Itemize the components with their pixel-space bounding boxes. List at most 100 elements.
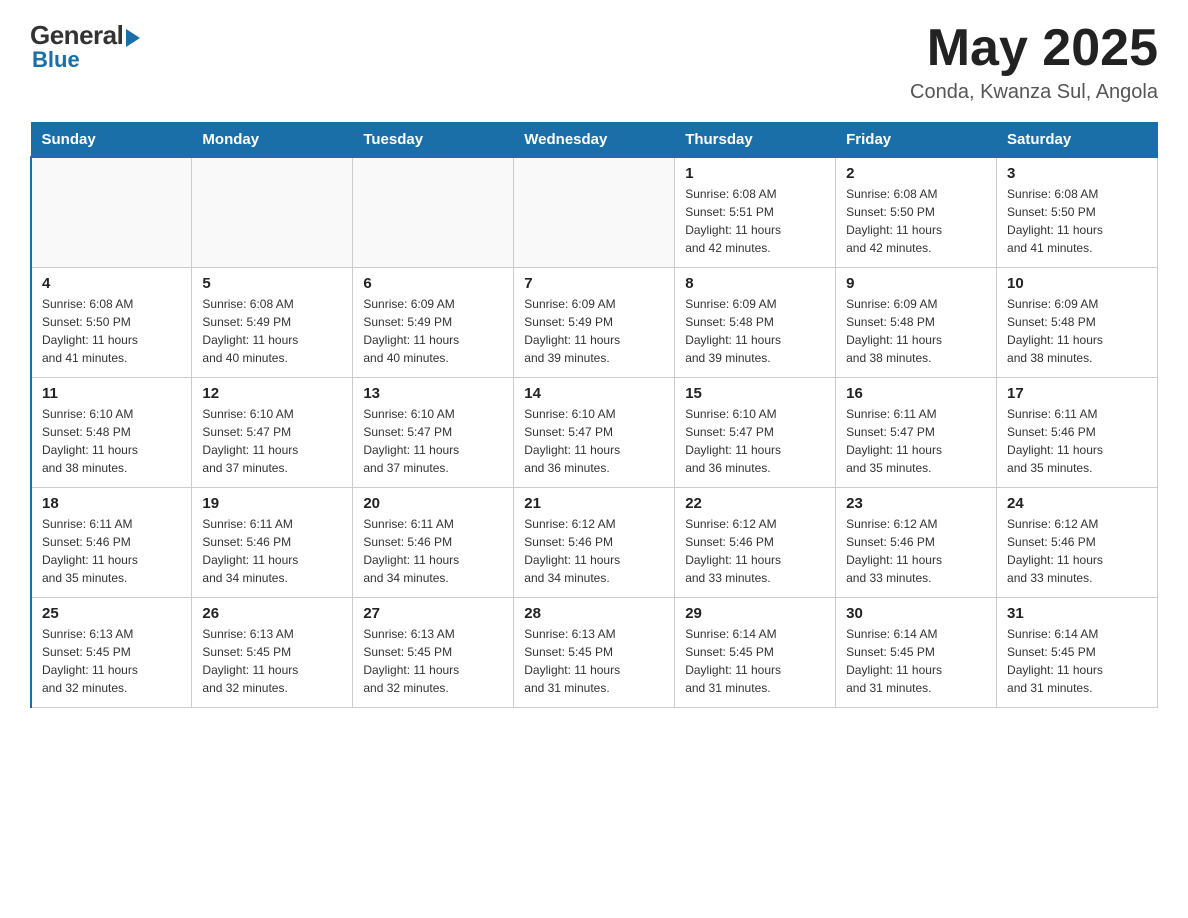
- header-tuesday: Tuesday: [353, 123, 514, 158]
- calendar-cell: 31 Sunrise: 6:14 AMSunset: 5:45 PMDayligh…: [997, 597, 1158, 707]
- day-info: Sunrise: 6:14 AMSunset: 5:45 PMDaylight:…: [846, 625, 986, 697]
- day-number: 15: [685, 385, 825, 402]
- calendar-cell: 15 Sunrise: 6:10 AMSunset: 5:47 PMDayligh…: [675, 377, 836, 487]
- calendar-cell: 24Sunrise: 6:12 AMSunset: 5:46 PMDayligh…: [997, 487, 1158, 597]
- calendar-cell: 22 Sunrise: 6:12 AMSunset: 5:46 PMDayligh…: [675, 487, 836, 597]
- calendar-cell: 30 Sunrise: 6:14 AMSunset: 5:45 PMDayligh…: [836, 597, 997, 707]
- day-info: Sunrise: 6:12 AMSunset: 5:46 PMDaylight:…: [846, 515, 986, 587]
- title-block: May 2025 Conda, Kwanza Sul, Angola: [910, 20, 1158, 104]
- calendar-cell: 28Sunrise: 6:13 AMSunset: 5:45 PMDayligh…: [514, 597, 675, 707]
- calendar-cell: 6Sunrise: 6:09 AMSunset: 5:49 PMDaylight…: [353, 267, 514, 377]
- header-friday: Friday: [836, 123, 997, 158]
- calendar-week-2: 4Sunrise: 6:08 AMSunset: 5:50 PMDaylight…: [31, 267, 1158, 377]
- day-info: Sunrise: 6:09 AMSunset: 5:48 PMDaylight:…: [1007, 295, 1147, 367]
- calendar-cell: 10 Sunrise: 6:09 AMSunset: 5:48 PMDayligh…: [997, 267, 1158, 377]
- logo-blue-text: Blue: [32, 47, 80, 73]
- page-header: General Blue May 2025 Conda, Kwanza Sul,…: [30, 20, 1158, 104]
- day-info: Sunrise: 6:12 AMSunset: 5:46 PMDaylight:…: [685, 515, 825, 587]
- location-subtitle: Conda, Kwanza Sul, Angola: [910, 81, 1158, 104]
- day-number: 10: [1007, 275, 1147, 292]
- calendar-cell: 3 Sunrise: 6:08 AMSunset: 5:50 PMDaylight…: [997, 157, 1158, 267]
- day-info: Sunrise: 6:10 AMSunset: 5:47 PMDaylight:…: [685, 405, 825, 477]
- day-info: Sunrise: 6:14 AMSunset: 5:45 PMDaylight:…: [1007, 625, 1147, 697]
- day-number: 1: [685, 165, 825, 182]
- calendar-header-row: SundayMondayTuesdayWednesdayThursdayFrid…: [31, 123, 1158, 158]
- day-number: 18: [42, 495, 181, 512]
- day-number: 16: [846, 385, 986, 402]
- month-year-title: May 2025: [910, 20, 1158, 77]
- day-number: 2: [846, 165, 986, 182]
- calendar-cell: 27 Sunrise: 6:13 AMSunset: 5:45 PMDayligh…: [353, 597, 514, 707]
- calendar-cell: [353, 157, 514, 267]
- day-info: Sunrise: 6:08 AMSunset: 5:50 PMDaylight:…: [42, 295, 181, 367]
- calendar-cell: 14 Sunrise: 6:10 AMSunset: 5:47 PMDayligh…: [514, 377, 675, 487]
- day-number: 20: [363, 495, 503, 512]
- day-info: Sunrise: 6:10 AMSunset: 5:47 PMDaylight:…: [202, 405, 342, 477]
- header-thursday: Thursday: [675, 123, 836, 158]
- logo-triangle-icon: [126, 29, 140, 47]
- day-info: Sunrise: 6:13 AMSunset: 5:45 PMDaylight:…: [202, 625, 342, 697]
- day-number: 19: [202, 495, 342, 512]
- calendar-cell: 4Sunrise: 6:08 AMSunset: 5:50 PMDaylight…: [31, 267, 192, 377]
- header-monday: Monday: [192, 123, 353, 158]
- calendar-week-3: 11 Sunrise: 6:10 AMSunset: 5:48 PMDayligh…: [31, 377, 1158, 487]
- calendar-week-1: 1 Sunrise: 6:08 AMSunset: 5:51 PMDaylight…: [31, 157, 1158, 267]
- day-number: 5: [202, 275, 342, 292]
- calendar-cell: 8Sunrise: 6:09 AMSunset: 5:48 PMDaylight…: [675, 267, 836, 377]
- day-number: 12: [202, 385, 342, 402]
- header-sunday: Sunday: [31, 123, 192, 158]
- day-number: 24: [1007, 495, 1147, 512]
- day-info: Sunrise: 6:10 AMSunset: 5:47 PMDaylight:…: [363, 405, 503, 477]
- day-number: 3: [1007, 165, 1147, 182]
- day-number: 13: [363, 385, 503, 402]
- day-number: 11: [42, 385, 181, 402]
- logo: General Blue: [30, 20, 140, 73]
- day-info: Sunrise: 6:13 AMSunset: 5:45 PMDaylight:…: [524, 625, 664, 697]
- day-number: 23: [846, 495, 986, 512]
- calendar-cell: 21Sunrise: 6:12 AMSunset: 5:46 PMDayligh…: [514, 487, 675, 597]
- calendar-cell: 1 Sunrise: 6:08 AMSunset: 5:51 PMDaylight…: [675, 157, 836, 267]
- day-number: 26: [202, 605, 342, 622]
- header-wednesday: Wednesday: [514, 123, 675, 158]
- calendar-cell: 2 Sunrise: 6:08 AMSunset: 5:50 PMDaylight…: [836, 157, 997, 267]
- day-info: Sunrise: 6:11 AMSunset: 5:46 PMDaylight:…: [202, 515, 342, 587]
- calendar-cell: 19 Sunrise: 6:11 AMSunset: 5:46 PMDayligh…: [192, 487, 353, 597]
- day-info: Sunrise: 6:13 AMSunset: 5:45 PMDaylight:…: [363, 625, 503, 697]
- calendar-cell: 11 Sunrise: 6:10 AMSunset: 5:48 PMDayligh…: [31, 377, 192, 487]
- day-number: 29: [685, 605, 825, 622]
- day-info: Sunrise: 6:08 AMSunset: 5:50 PMDaylight:…: [1007, 185, 1147, 257]
- day-number: 31: [1007, 605, 1147, 622]
- day-number: 22: [685, 495, 825, 512]
- day-info: Sunrise: 6:11 AMSunset: 5:46 PMDaylight:…: [42, 515, 181, 587]
- calendar-cell: 12 Sunrise: 6:10 AMSunset: 5:47 PMDayligh…: [192, 377, 353, 487]
- header-saturday: Saturday: [997, 123, 1158, 158]
- day-number: 30: [846, 605, 986, 622]
- day-info: Sunrise: 6:11 AMSunset: 5:47 PMDaylight:…: [846, 405, 986, 477]
- calendar-cell: [192, 157, 353, 267]
- day-number: 27: [363, 605, 503, 622]
- day-number: 21: [524, 495, 664, 512]
- calendar-cell: [514, 157, 675, 267]
- day-info: Sunrise: 6:08 AMSunset: 5:49 PMDaylight:…: [202, 295, 342, 367]
- calendar-cell: 16 Sunrise: 6:11 AMSunset: 5:47 PMDayligh…: [836, 377, 997, 487]
- calendar-cell: [31, 157, 192, 267]
- day-number: 25: [42, 605, 181, 622]
- day-info: Sunrise: 6:10 AMSunset: 5:48 PMDaylight:…: [42, 405, 181, 477]
- calendar-cell: 5 Sunrise: 6:08 AMSunset: 5:49 PMDaylight…: [192, 267, 353, 377]
- calendar-cell: 7Sunrise: 6:09 AMSunset: 5:49 PMDaylight…: [514, 267, 675, 377]
- day-info: Sunrise: 6:08 AMSunset: 5:51 PMDaylight:…: [685, 185, 825, 257]
- calendar-cell: 23 Sunrise: 6:12 AMSunset: 5:46 PMDayligh…: [836, 487, 997, 597]
- day-info: Sunrise: 6:09 AMSunset: 5:48 PMDaylight:…: [846, 295, 986, 367]
- calendar-cell: 17Sunrise: 6:11 AMSunset: 5:46 PMDayligh…: [997, 377, 1158, 487]
- calendar-cell: 18 Sunrise: 6:11 AMSunset: 5:46 PMDayligh…: [31, 487, 192, 597]
- calendar-cell: 25Sunrise: 6:13 AMSunset: 5:45 PMDayligh…: [31, 597, 192, 707]
- calendar-week-5: 25 Sunrise: 6:13 AMSunset: 5:45 PMDayligh…: [31, 597, 1158, 707]
- day-info: Sunrise: 6:14 AMSunset: 5:45 PMDaylight:…: [685, 625, 825, 697]
- calendar-cell: 29 Sunrise: 6:14 AMSunset: 5:45 PMDayligh…: [675, 597, 836, 707]
- day-info: Sunrise: 6:10 AMSunset: 5:47 PMDaylight:…: [524, 405, 664, 477]
- day-info: Sunrise: 6:09 AMSunset: 5:49 PMDaylight:…: [524, 295, 664, 367]
- day-number: 14: [524, 385, 664, 402]
- calendar-table: SundayMondayTuesdayWednesdayThursdayFrid…: [30, 122, 1158, 708]
- calendar-cell: 26 Sunrise: 6:13 AMSunset: 5:45 PMDayligh…: [192, 597, 353, 707]
- day-info: Sunrise: 6:08 AMSunset: 5:50 PMDaylight:…: [846, 185, 986, 257]
